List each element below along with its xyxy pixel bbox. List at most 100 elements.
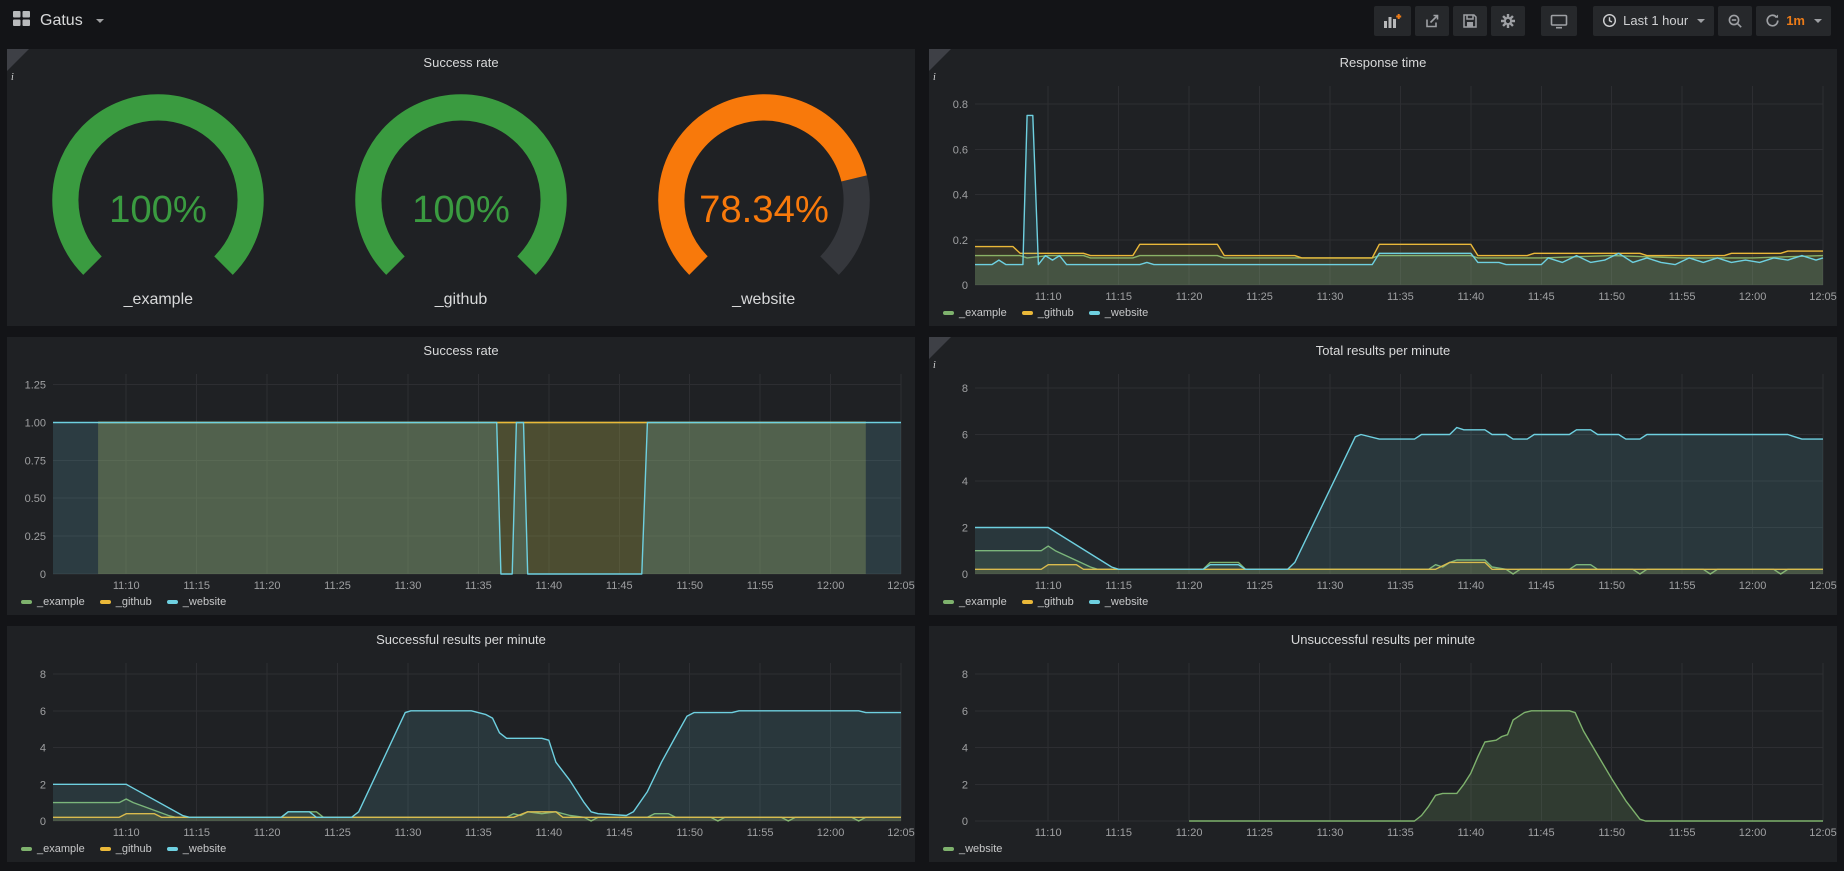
panel-title[interactable]: Response time	[929, 49, 1837, 76]
legend-item[interactable]: _website	[167, 596, 226, 608]
successful-results-chart[interactable]: 11:1011:1511:2011:2511:3011:3511:4011:45…	[7, 653, 915, 841]
svg-text:11:25: 11:25	[324, 827, 351, 839]
svg-text:12:00: 12:00	[1739, 291, 1767, 303]
info-icon[interactable]: i	[929, 337, 951, 359]
svg-text:8: 8	[962, 383, 968, 395]
gauge-label: _example	[124, 291, 193, 309]
panel-title[interactable]: Total results per minute	[929, 337, 1837, 364]
svg-text:11:10: 11:10	[1035, 827, 1062, 839]
svg-text:11:25: 11:25	[1246, 827, 1273, 839]
svg-text:11:45: 11:45	[606, 580, 633, 592]
share-icon	[1424, 13, 1440, 29]
svg-text:11:25: 11:25	[324, 580, 351, 592]
panel-title[interactable]: Success rate	[7, 337, 915, 364]
svg-text:11:15: 11:15	[1105, 580, 1132, 592]
svg-text:11:30: 11:30	[395, 580, 422, 592]
svg-text:0: 0	[962, 280, 968, 292]
svg-text:11:55: 11:55	[1669, 291, 1696, 303]
legend-item[interactable]: _example	[943, 596, 1007, 608]
svg-text:0.50: 0.50	[25, 493, 46, 505]
panel-title[interactable]: Successful results per minute	[7, 626, 915, 653]
success-rate-chart[interactable]: 11:1011:1511:2011:2511:3011:3511:4011:45…	[7, 364, 915, 594]
svg-text:1.25: 1.25	[25, 380, 46, 392]
tv-mode-button[interactable]	[1541, 6, 1577, 36]
total-results-chart[interactable]: 11:1011:1511:2011:2511:3011:3511:4011:45…	[929, 364, 1837, 594]
legend-item[interactable]: _github	[1022, 596, 1074, 608]
legend-item[interactable]: _example	[21, 843, 85, 855]
panel-unsuccessful-results: Unsuccessful results per minute 11:10 11:…	[929, 626, 1837, 862]
svg-text:11:40: 11:40	[1457, 827, 1484, 839]
panel-title[interactable]: Success rate	[7, 49, 915, 76]
gauge-arc: 100%	[320, 93, 602, 291]
legend: _website	[929, 841, 1837, 862]
legend-series-label: _example	[37, 843, 85, 855]
legend-series-swatch	[1022, 600, 1033, 604]
svg-text:2: 2	[962, 779, 968, 791]
svg-text:78.34%: 78.34%	[699, 188, 829, 231]
svg-text:12:00: 12:00	[817, 827, 845, 839]
legend-item[interactable]: _website	[1089, 596, 1148, 608]
legend-series-swatch	[943, 600, 954, 604]
svg-text:0.4: 0.4	[953, 190, 968, 202]
svg-text:11:15: 11:15	[183, 827, 210, 839]
legend-item[interactable]: _website	[1089, 307, 1148, 319]
svg-text:11:10: 11:10	[1035, 580, 1062, 592]
dashboard-title-dropdown[interactable]: Gatus	[13, 11, 104, 31]
svg-text:11:30: 11:30	[1317, 580, 1344, 592]
legend-item[interactable]: _example	[943, 307, 1007, 319]
svg-text:0.6: 0.6	[953, 144, 968, 156]
legend-item[interactable]: _github	[100, 596, 152, 608]
share-button[interactable]	[1415, 6, 1449, 36]
time-range-picker[interactable]: Last 1 hour	[1593, 6, 1714, 36]
legend-item[interactable]: _github	[100, 843, 152, 855]
legend-series-label: _example	[37, 596, 85, 608]
legend-series-swatch	[21, 600, 32, 604]
add-panel-button[interactable]	[1374, 6, 1411, 36]
panel-success-rate-gauges: i Success rate 100% _example 100% _githu…	[7, 49, 915, 326]
panel-success-rate-series: Success rate 11:1011:1511:2011:2511:3011…	[7, 337, 915, 615]
info-icon[interactable]: i	[7, 49, 29, 71]
svg-text:2: 2	[40, 779, 46, 791]
svg-text:2: 2	[962, 522, 968, 534]
svg-text:11:40: 11:40	[535, 580, 562, 592]
svg-text:11:50: 11:50	[676, 827, 703, 839]
save-icon	[1462, 13, 1478, 29]
time-range-label: Last 1 hour	[1623, 13, 1688, 28]
legend-series-label: _website	[959, 843, 1002, 855]
gauge-github: 100% _github	[310, 76, 613, 326]
svg-text:11:45: 11:45	[1528, 580, 1555, 592]
legend-item[interactable]: _example	[21, 596, 85, 608]
settings-gear-icon	[1500, 13, 1516, 29]
settings-button[interactable]	[1491, 6, 1525, 36]
response-time-chart[interactable]: 11:1011:1511:2011:2511:3011:3511:4011:45…	[929, 76, 1837, 305]
svg-text:11:25: 11:25	[1246, 291, 1273, 303]
legend-series-swatch	[167, 600, 178, 604]
svg-text:11:40: 11:40	[1457, 580, 1484, 592]
legend: _example _github _website	[929, 594, 1837, 615]
legend-series-label: _github	[1038, 596, 1074, 608]
svg-text:11:30: 11:30	[1317, 827, 1344, 839]
svg-text:11:20: 11:20	[1176, 827, 1203, 839]
refresh-picker[interactable]: 1m	[1756, 6, 1831, 36]
caret-down-icon	[1814, 19, 1822, 23]
info-icon[interactable]: i	[929, 49, 951, 71]
svg-text:0.75: 0.75	[25, 455, 46, 467]
panel-title[interactable]: Unsuccessful results per minute	[929, 626, 1837, 653]
legend: _example _github _website	[7, 594, 915, 615]
navbar: Gatus	[0, 0, 1844, 41]
zoom-out-icon	[1727, 13, 1743, 29]
panel-total-results: i Total results per minute 11:10 11:15 11:…	[929, 337, 1837, 615]
svg-text:4: 4	[962, 476, 968, 488]
legend-series-swatch	[943, 847, 954, 851]
svg-text:11:35: 11:35	[1387, 291, 1414, 303]
svg-text:8: 8	[40, 669, 46, 681]
legend-item[interactable]: _github	[1022, 307, 1074, 319]
legend-series-swatch	[1089, 600, 1100, 604]
save-button[interactable]	[1453, 6, 1487, 36]
svg-text:11:10: 11:10	[113, 580, 140, 592]
legend-item[interactable]: _website	[167, 843, 226, 855]
unsuccessful-results-chart[interactable]: 11:1011:1511:2011:2511:3011:3511:4011:45…	[929, 653, 1837, 841]
svg-text:0: 0	[962, 569, 968, 581]
zoom-out-button[interactable]	[1718, 6, 1752, 36]
legend-item[interactable]: _website	[943, 843, 1002, 855]
